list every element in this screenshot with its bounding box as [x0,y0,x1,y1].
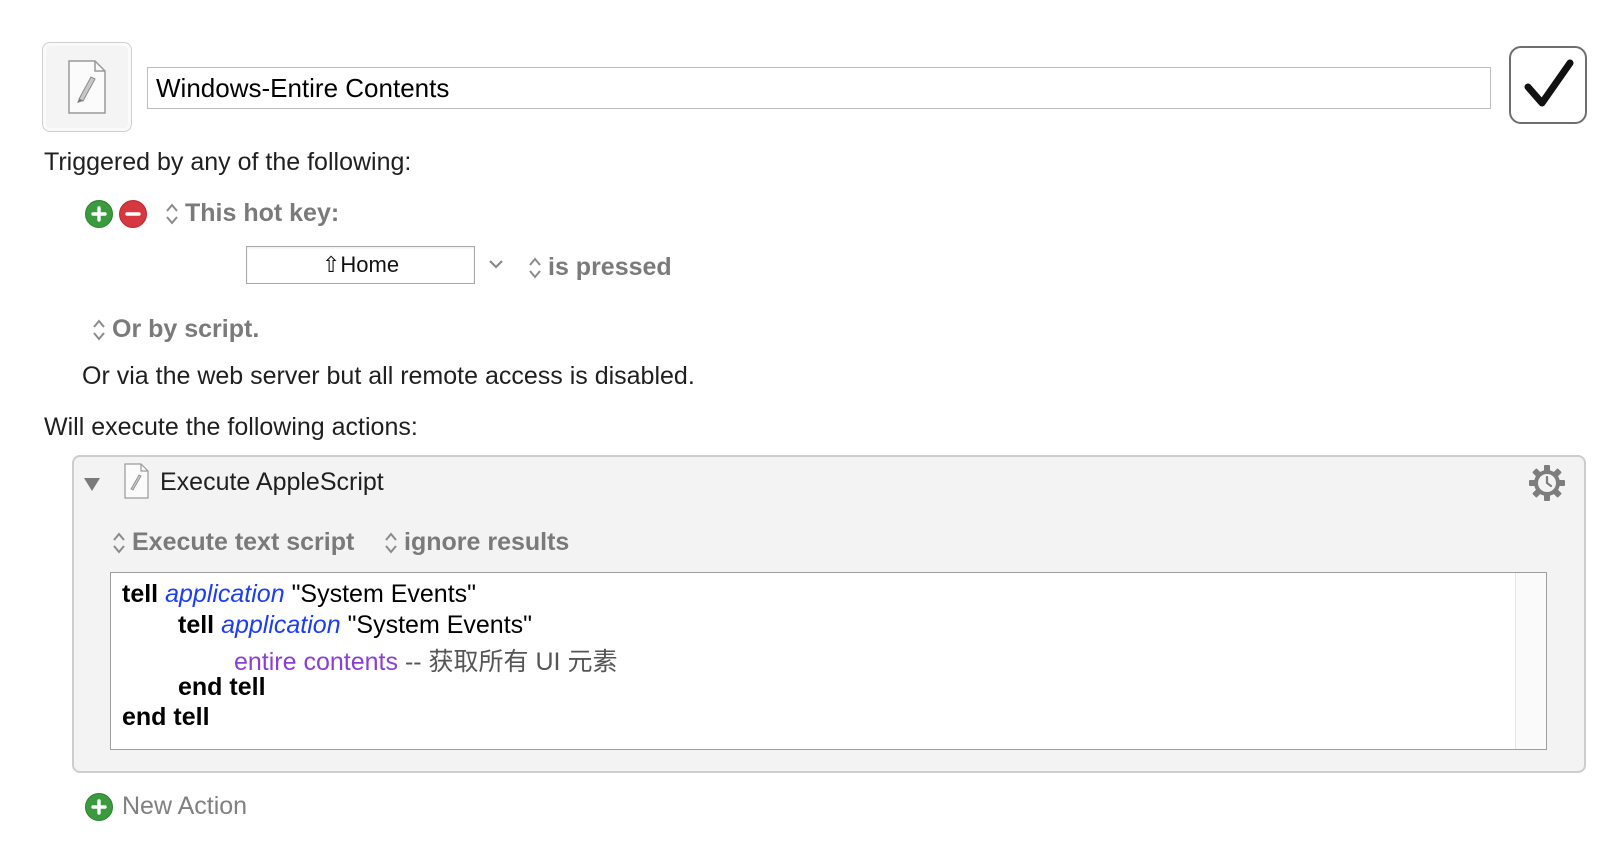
add-trigger-button[interactable] [85,200,113,228]
code-keyword: end tell [178,673,266,701]
hotkey-state-popup[interactable]: is pressed [528,253,672,282]
macro-enabled-checkbox[interactable] [1509,46,1587,124]
code-string: "System Events" [291,580,477,608]
trigger-type-popup[interactable]: This hot key: [165,199,339,228]
trigger-type-label: This hot key: [185,199,340,227]
script-trigger-popup[interactable]: Or by script. [92,315,259,344]
code-application: application [221,611,341,639]
hotkey-dropdown[interactable] [488,256,504,277]
plus-icon [91,206,107,222]
applescript-document-icon [68,60,106,114]
web-server-note: Or via the web server but all remote acc… [82,362,695,390]
remove-trigger-button[interactable] [119,200,147,228]
script-source-popup[interactable]: Execute text script [112,528,354,557]
code-keyword: end tell [122,703,210,731]
action-gear-button[interactable] [1527,463,1567,508]
macro-name-input[interactable] [147,67,1491,109]
code-application: application [165,580,285,608]
results-option-label: ignore results [404,528,570,556]
chevron-down-icon [489,260,503,269]
action-title: Execute AppleScript [160,468,384,496]
hotkey-state-label: is pressed [548,253,672,281]
checkmark-icon [1524,59,1574,107]
code-line-2: tell application "System Events" [178,611,532,640]
stepper-icon [166,203,178,225]
code-comment: -- 获取所有 UI 元素 [404,648,618,676]
gear-icon [1529,465,1565,501]
applescript-document-icon [124,463,149,499]
code-line-3: entire contents -- 获取所有 UI 元素 [234,642,617,678]
script-editor[interactable]: tell application "System Events" tell ap… [110,572,1547,750]
code-line-4: end tell [178,673,266,702]
actions-heading: Will execute the following actions: [44,413,418,441]
hotkey-field[interactable]: ⇧Home [246,246,475,284]
new-action-add-icon[interactable] [85,793,113,821]
script-source-label: Execute text script [132,528,355,556]
code-property: entire contents [234,648,398,676]
stepper-icon [529,257,541,279]
disclosure-triangle[interactable] [82,475,102,498]
stepper-icon [93,319,105,341]
code-string: "System Events" [347,611,533,639]
triggers-heading: Triggered by any of the following: [44,148,412,176]
stepper-icon [385,532,397,554]
triangle-down-icon [84,478,100,491]
script-scrollbar[interactable] [1515,573,1546,749]
code-keyword: tell [122,580,159,608]
minus-icon [125,212,141,216]
results-option-popup[interactable]: ignore results [384,528,569,557]
script-trigger-label: Or by script. [112,315,260,343]
hotkey-value: ⇧Home [321,252,400,277]
action-icon [122,463,150,504]
new-action-button[interactable]: New Action [122,792,247,821]
code-line-1: tell application "System Events" [122,580,476,609]
code-keyword: tell [178,611,215,639]
plus-icon [91,799,107,815]
stepper-icon [113,532,125,554]
code-line-5: end tell [122,703,210,732]
macro-icon[interactable] [42,42,132,132]
